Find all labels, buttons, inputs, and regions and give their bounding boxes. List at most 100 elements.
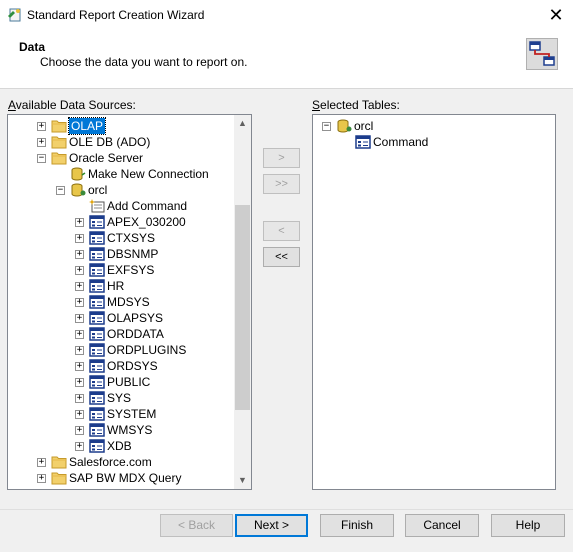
tree-item-sap-bw-mdx-query[interactable]: + SAP BW MDX Query bbox=[8, 470, 236, 486]
tree-item-ole-db-ado[interactable]: + OLE DB (ADO) bbox=[8, 134, 236, 150]
selected-tables-tree[interactable]: − orcl Command bbox=[312, 114, 556, 490]
add-all-tables-button[interactable]: >> bbox=[263, 174, 300, 194]
tree-item-label: Add Command bbox=[107, 199, 188, 213]
wizard-app-icon bbox=[8, 8, 21, 22]
table-icon bbox=[89, 327, 105, 341]
available-data-sources-label: Available Data Sources: bbox=[8, 98, 136, 112]
cancel-button[interactable]: Cancel bbox=[405, 514, 479, 537]
table-icon bbox=[89, 215, 105, 229]
table-icon bbox=[355, 135, 371, 149]
close-icon: ✕ bbox=[548, 4, 564, 25]
expand-icon[interactable]: + bbox=[75, 250, 84, 259]
remove-all-tables-button[interactable]: << bbox=[263, 247, 300, 267]
tree-item-public[interactable]: + PUBLIC bbox=[8, 374, 236, 390]
tree-item-olap[interactable]: + OLAP bbox=[8, 117, 236, 135]
folder-icon bbox=[51, 119, 67, 133]
tree-item-salesforce-com[interactable]: + Salesforce.com bbox=[8, 454, 236, 470]
tree-item-label: OLAPSYS bbox=[107, 311, 164, 325]
table-icon bbox=[89, 247, 105, 261]
expand-icon[interactable]: + bbox=[75, 426, 84, 435]
tree-item-command[interactable]: Command bbox=[313, 134, 555, 150]
tree-item-mdsys[interactable]: + MDSYS bbox=[8, 294, 236, 310]
tree-item-ctxsys[interactable]: + CTXSYS bbox=[8, 230, 236, 246]
tree-item-oracle-server[interactable]: − Oracle Server bbox=[8, 150, 236, 166]
tree-item-apex-030200[interactable]: + APEX_030200 bbox=[8, 214, 236, 230]
tree-item-label: DBSNMP bbox=[107, 247, 159, 261]
table-icon bbox=[89, 439, 105, 453]
expand-icon[interactable]: + bbox=[75, 394, 84, 403]
help-button[interactable]: Help bbox=[491, 514, 565, 537]
expand-icon[interactable]: + bbox=[37, 138, 46, 147]
tree-item-system[interactable]: + SYSTEM bbox=[8, 406, 236, 422]
scroll-down-arrow-icon[interactable]: ▼ bbox=[234, 472, 251, 489]
tree-item-label: orcl bbox=[354, 119, 374, 133]
tree-item-add-command[interactable]: Add Command bbox=[8, 198, 236, 214]
expand-icon[interactable]: + bbox=[75, 442, 84, 451]
tree-item-olapsys[interactable]: + OLAPSYS bbox=[8, 310, 236, 326]
table-icon bbox=[89, 263, 105, 277]
tree-item-label: WMSYS bbox=[107, 423, 153, 437]
data-link-icon bbox=[526, 38, 558, 70]
expand-icon[interactable]: + bbox=[75, 314, 84, 323]
expand-icon[interactable]: + bbox=[75, 346, 84, 355]
folder-icon bbox=[51, 135, 67, 149]
tree-item-orddata[interactable]: + ORDDATA bbox=[8, 326, 236, 342]
expand-icon[interactable]: + bbox=[75, 218, 84, 227]
tree-item-make-new-connection[interactable]: Make New Connection bbox=[8, 166, 236, 182]
back-button[interactable]: < Back bbox=[160, 514, 233, 537]
expand-icon[interactable]: + bbox=[75, 362, 84, 371]
expand-icon[interactable]: + bbox=[37, 458, 46, 467]
close-button[interactable]: ✕ bbox=[539, 0, 573, 30]
tree-item-hr[interactable]: + HR bbox=[8, 278, 236, 294]
add-table-button[interactable]: > bbox=[263, 148, 300, 168]
tree-item-orcl[interactable]: − orcl bbox=[8, 182, 236, 198]
tree-item-label: Command bbox=[373, 135, 429, 149]
expand-icon[interactable]: + bbox=[37, 122, 46, 131]
expand-icon[interactable]: + bbox=[37, 474, 46, 483]
tree-item-xdb[interactable]: + XDB bbox=[8, 438, 236, 454]
table-icon bbox=[89, 407, 105, 421]
tree-item-label: SYS bbox=[107, 391, 132, 405]
tree-item-ordplugins[interactable]: + ORDPLUGINS bbox=[8, 342, 236, 358]
scrollbar-thumb[interactable] bbox=[235, 205, 250, 410]
database-icon bbox=[70, 183, 86, 197]
tree-item-label: Oracle Server bbox=[69, 151, 144, 165]
tree-item-label: Salesforce.com bbox=[69, 455, 152, 469]
tree-item-label: OLE DB (ADO) bbox=[69, 135, 151, 149]
tree-item-dbsnmp[interactable]: + DBSNMP bbox=[8, 246, 236, 262]
collapse-icon[interactable]: − bbox=[37, 154, 46, 163]
next-button[interactable]: Next > bbox=[235, 514, 308, 537]
wizard-header: Data Choose the data you want to report … bbox=[0, 30, 573, 89]
tree-item-label: XDB bbox=[107, 439, 132, 453]
scroll-up-arrow-icon[interactable]: ▲ bbox=[234, 115, 251, 132]
collapse-icon[interactable]: − bbox=[322, 122, 331, 131]
expand-icon[interactable]: + bbox=[75, 298, 84, 307]
expand-icon[interactable]: + bbox=[75, 282, 84, 291]
tree-item-label: ORDSYS bbox=[107, 359, 158, 373]
remove-table-button[interactable]: < bbox=[263, 221, 300, 241]
tree-item-wmsys[interactable]: + WMSYS bbox=[8, 422, 236, 438]
expand-icon[interactable]: + bbox=[75, 378, 84, 387]
make-connection-icon bbox=[70, 167, 86, 181]
tree-item-orcl[interactable]: − orcl bbox=[313, 118, 555, 134]
expand-icon[interactable]: + bbox=[75, 266, 84, 275]
expand-icon[interactable]: + bbox=[75, 234, 84, 243]
table-icon bbox=[89, 423, 105, 437]
expand-icon[interactable]: + bbox=[75, 330, 84, 339]
folder-icon bbox=[51, 151, 67, 165]
table-icon bbox=[89, 343, 105, 357]
tree-item-label: MDSYS bbox=[107, 295, 150, 309]
finish-button[interactable]: Finish bbox=[320, 514, 394, 537]
tree-item-label: orcl bbox=[88, 183, 108, 197]
available-tree-scrollbar[interactable]: ▲ ▼ bbox=[234, 115, 251, 489]
page-title: Data bbox=[19, 40, 46, 54]
tree-item-exfsys[interactable]: + EXFSYS bbox=[8, 262, 236, 278]
expand-icon[interactable]: + bbox=[75, 410, 84, 419]
tree-item-label: Make New Connection bbox=[88, 167, 209, 181]
tree-item-sys[interactable]: + SYS bbox=[8, 390, 236, 406]
available-data-sources-tree[interactable]: + OLAP + OLE DB (ADO) − Oracle Server Make New… bbox=[7, 114, 252, 490]
collapse-icon[interactable]: − bbox=[56, 186, 65, 195]
tree-item-ordsys[interactable]: + ORDSYS bbox=[8, 358, 236, 374]
table-icon bbox=[89, 311, 105, 325]
selected-tables-label: Selected Tables: bbox=[312, 98, 400, 112]
